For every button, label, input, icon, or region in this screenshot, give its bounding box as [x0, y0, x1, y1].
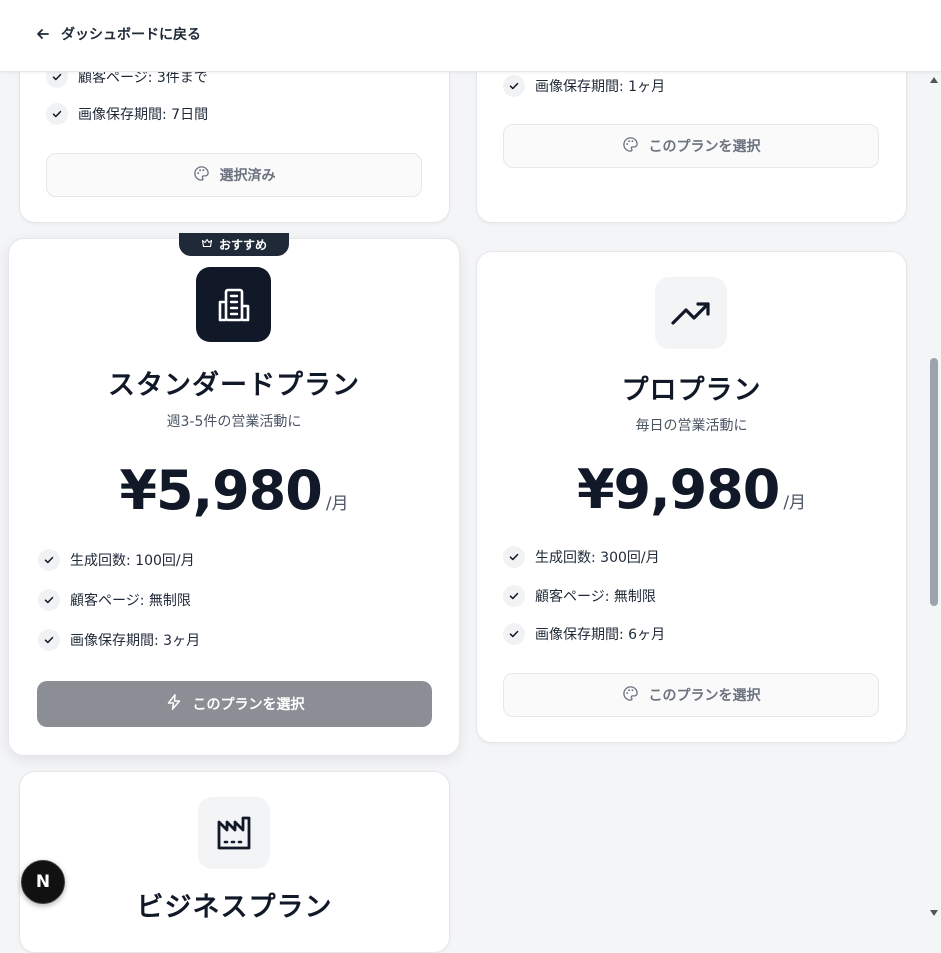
- plan-card-business: ビジネスプラン: [19, 771, 450, 953]
- check-icon: [38, 589, 60, 611]
- back-to-dashboard-link[interactable]: ダッシュボードに戻る: [35, 24, 201, 44]
- feature-item: 生成回数: 100回/月: [38, 549, 195, 571]
- plan-price: ¥9,980 /月: [477, 458, 906, 521]
- recommended-badge: おすすめ: [179, 233, 289, 256]
- scroll-down-arrow-icon[interactable]: [929, 909, 939, 917]
- selected-button[interactable]: 選択済み: [46, 153, 422, 197]
- plan-card-pro: プロプラン 毎日の営業活動に ¥9,980 /月 生成回数: 300回/月 顧客…: [476, 251, 907, 743]
- next-dev-indicator-button[interactable]: N: [21, 860, 65, 904]
- factory-icon: [198, 797, 270, 869]
- feature-item: 画像保存期間: 7日間: [46, 103, 208, 125]
- plan-name: プロプラン: [621, 375, 762, 406]
- check-icon: [503, 75, 525, 97]
- palette-icon: [622, 685, 639, 706]
- plan-card-standard: スタンダードプラン 週3-5件の営業活動に ¥5,980 /月 生成回数: 10…: [8, 238, 460, 756]
- top-bar: ダッシュボードに戻る: [0, 0, 941, 72]
- palette-icon: [622, 136, 639, 157]
- plan-name: ビジネスプラン: [136, 892, 333, 923]
- feature-item: 顧客ページ: 無制限: [38, 589, 191, 611]
- check-icon: [38, 629, 60, 651]
- select-plan-button[interactable]: このプランを選択: [503, 124, 879, 168]
- price-period: /月: [325, 494, 349, 514]
- feature-item: 画像保存期間: 6ヶ月: [503, 623, 665, 645]
- select-plan-button[interactable]: このプランを選択: [37, 681, 432, 727]
- lightning-icon: [165, 693, 183, 715]
- price-period: /月: [783, 493, 807, 513]
- scrollbar-thumb[interactable]: [930, 358, 938, 606]
- trending-up-icon: [655, 277, 727, 349]
- crown-icon: [201, 237, 213, 252]
- building-icon: [196, 267, 271, 342]
- select-plan-button[interactable]: このプランを選択: [503, 673, 879, 717]
- plan-description: 週3-5件の営業活動に: [166, 414, 302, 430]
- feature-item: 顧客ページ: 無制限: [503, 585, 656, 607]
- check-icon: [503, 623, 525, 645]
- feature-item: 画像保存期間: 3ヶ月: [38, 629, 200, 651]
- plan-description: 毎日の営業活動に: [635, 418, 748, 434]
- check-icon: [38, 549, 60, 571]
- plan-price: ¥5,980 /月: [9, 459, 459, 522]
- arrow-left-icon: [35, 26, 51, 42]
- check-icon: [46, 103, 68, 125]
- back-label: ダッシュボードに戻る: [61, 27, 201, 43]
- feature-item: 生成回数: 300回/月: [503, 546, 660, 568]
- price-amount: ¥9,980: [576, 458, 780, 521]
- palette-icon: [193, 165, 210, 186]
- check-icon: [503, 585, 525, 607]
- plan-name: スタンダードプラン: [108, 370, 360, 401]
- feature-item: 画像保存期間: 1ヶ月: [503, 75, 665, 97]
- check-icon: [503, 546, 525, 568]
- price-amount: ¥5,980: [119, 459, 322, 522]
- scroll-up-arrow-icon[interactable]: [929, 76, 939, 84]
